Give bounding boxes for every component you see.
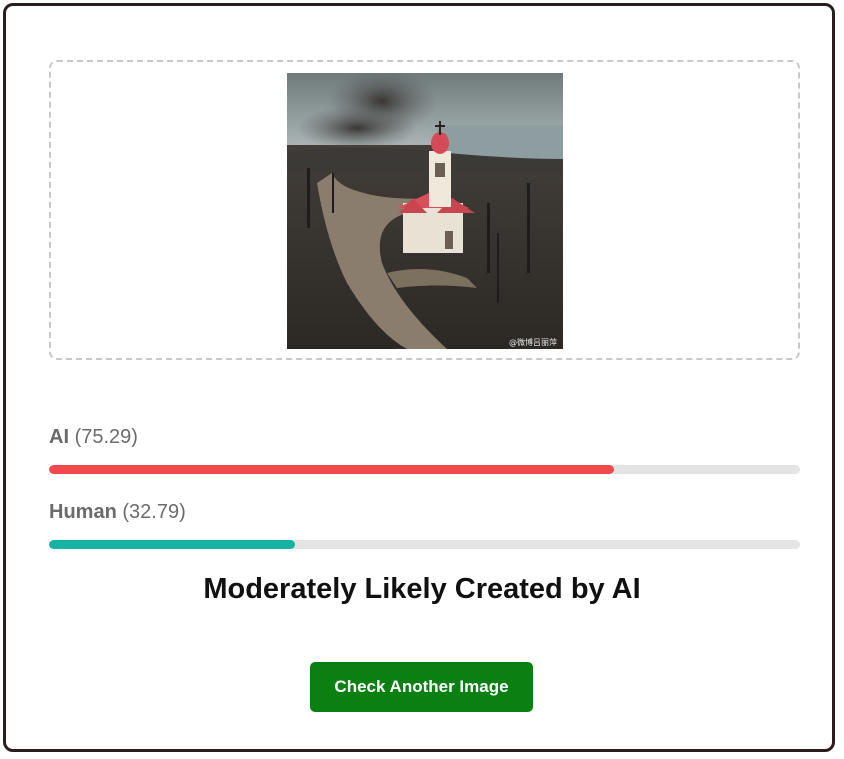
ai-result-label: AI (75.29) xyxy=(49,426,138,449)
image-watermark: @微博吕丽萍 xyxy=(509,337,557,347)
detector-card: @微博吕丽萍 AI (75.29) Human (32.79) Moderate… xyxy=(3,3,835,752)
uploaded-image-preview: @微博吕丽萍 xyxy=(287,73,563,349)
image-drop-zone[interactable]: @微博吕丽萍 xyxy=(49,60,800,360)
check-another-image-button[interactable]: Check Another Image xyxy=(310,662,533,712)
human-label-text: Human xyxy=(49,501,117,523)
human-progress-bar xyxy=(49,540,800,549)
ai-progress-fill xyxy=(49,465,615,474)
human-result-label: Human (32.79) xyxy=(49,501,186,524)
verdict-heading: Moderately Likely Created by AI xyxy=(203,573,641,605)
ai-progress-bar xyxy=(49,465,800,474)
human-progress-fill xyxy=(49,540,296,549)
ai-label-text: AI xyxy=(49,426,69,448)
human-score: (32.79) xyxy=(122,501,186,523)
ai-score: (75.29) xyxy=(74,426,138,448)
